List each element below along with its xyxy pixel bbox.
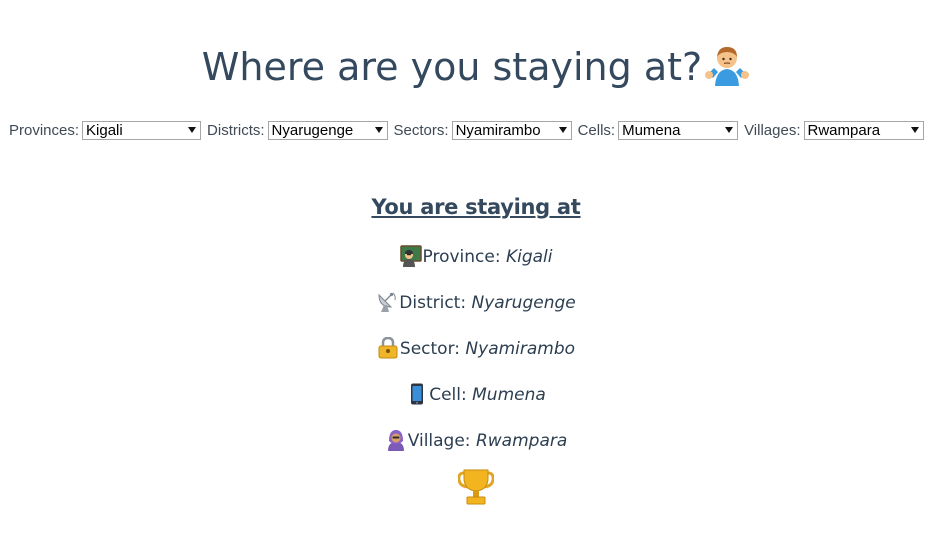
district-row-label: District: [399, 293, 467, 313]
mobile-phone-icon [406, 383, 428, 405]
page-title-text: Where are you staying at? [201, 45, 703, 90]
lock-icon [377, 337, 399, 359]
sector-select[interactable]: Nyamirambo [451, 120, 572, 140]
sector-row-label: Sector: [399, 339, 461, 359]
village-row-value: Rwampara [475, 431, 568, 451]
person-with-headscarf-icon [385, 429, 407, 451]
trophy-icon [458, 468, 494, 506]
cell-row-label: Cell: [429, 385, 467, 405]
chevron-down-icon [725, 126, 734, 133]
sector-selector-group: Sectors: Nyamirambo [393, 120, 572, 140]
district-select-value: Nyarugenge [271, 121, 354, 139]
cell-select-value: Mumena [622, 121, 681, 139]
sector-select-value: Nyamirambo [455, 121, 541, 139]
district-select[interactable]: Nyarugenge [267, 120, 388, 140]
village-label: Villages: [744, 121, 801, 139]
village-row-label: Village: [407, 431, 471, 451]
district-selector-group: Districts: Nyarugenge [207, 120, 388, 140]
satellite-dish-icon [376, 291, 398, 313]
summary-row-district: District: Nyarugenge [0, 280, 952, 326]
province-row-value: Kigali [505, 247, 553, 267]
summary-row-cell: Cell: Mumena [0, 372, 952, 418]
province-selector-group: Provinces: Kigali [9, 120, 202, 140]
location-summary: You are staying at Province: Kigali Dist… [0, 190, 952, 510]
teacher-icon [399, 245, 422, 267]
person-shrugging-icon [704, 44, 750, 87]
page: Where are you staying at? Provinces: Kig… [0, 0, 952, 540]
summary-row-village: Village: Rwampara [0, 418, 952, 464]
sector-row-value: Nyamirambo [465, 339, 576, 359]
chevron-down-icon [558, 126, 567, 133]
summary-rows: Province: Kigali District: Nyarugenge Se… [0, 234, 952, 464]
sector-label: Sectors: [393, 121, 449, 139]
summary-row-province: Province: Kigali [0, 234, 952, 280]
chevron-down-icon [910, 126, 919, 133]
chevron-down-icon [374, 126, 383, 133]
cell-label: Cells: [577, 121, 616, 139]
cell-select[interactable]: Mumena [618, 120, 739, 140]
summary-heading: You are staying at [371, 195, 581, 219]
village-select-value: Rwampara [807, 121, 881, 139]
district-row-value: Nyarugenge [471, 293, 576, 313]
province-row-label: Province: [422, 247, 501, 267]
page-title: Where are you staying at? [0, 39, 952, 95]
province-label: Provinces: [9, 121, 80, 139]
province-select[interactable]: Kigali [82, 120, 202, 140]
summary-row-sector: Sector: Nyamirambo [0, 326, 952, 372]
province-select-value: Kigali [86, 121, 123, 139]
chevron-down-icon [188, 126, 197, 133]
district-label: Districts: [207, 121, 265, 139]
village-select[interactable]: Rwampara [803, 120, 924, 140]
cell-selector-group: Cells: Mumena [577, 120, 739, 140]
village-selector-group: Villages: Rwampara [744, 120, 924, 140]
cell-row-value: Mumena [472, 385, 546, 405]
location-selectors: Provinces: Kigali Districts: Nyarugenge … [9, 119, 949, 141]
